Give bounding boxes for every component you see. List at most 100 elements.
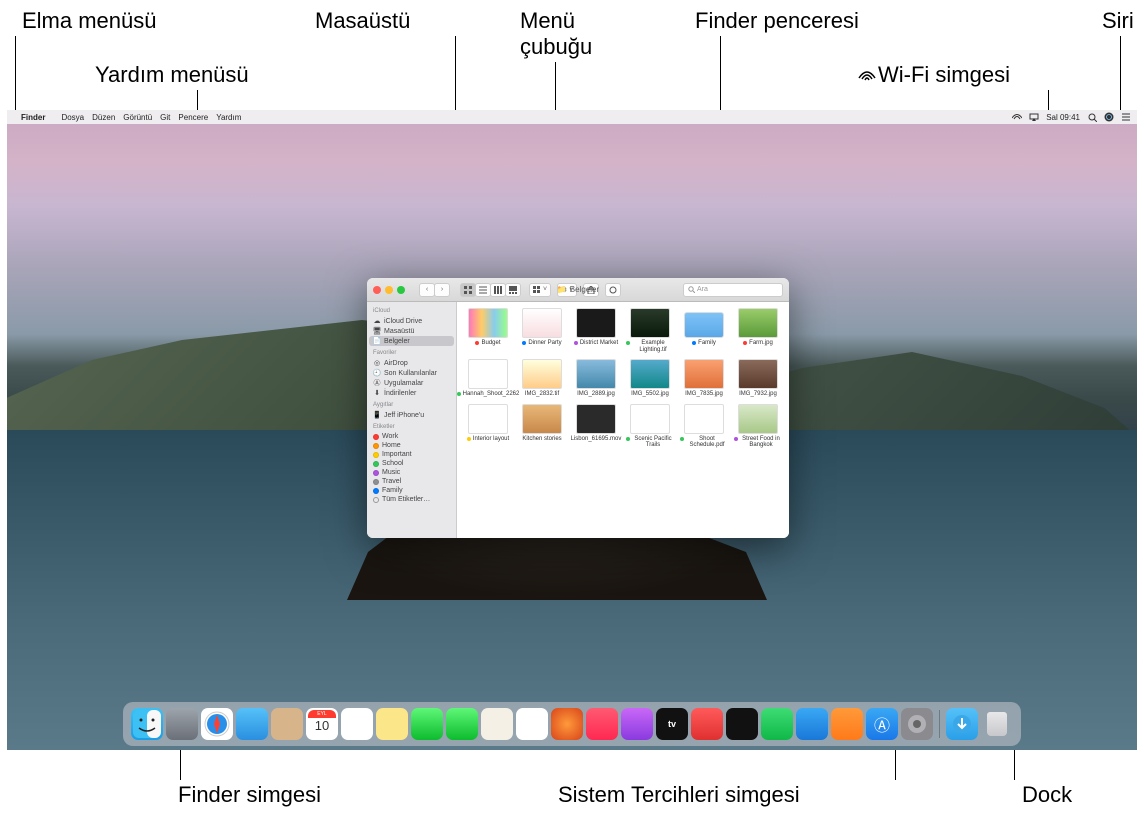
file-thumbnail-icon — [738, 404, 778, 434]
file-item[interactable]: IMG_7835.jpg — [679, 359, 729, 398]
sidebar-item[interactable]: Music — [367, 468, 456, 477]
dock-icon-facetime[interactable] — [446, 708, 478, 740]
sidebar-item[interactable]: Home — [367, 441, 456, 450]
sidebar-item[interactable]: ◎AirDrop — [367, 358, 456, 368]
sidebar-item[interactable]: Family — [367, 486, 456, 495]
sidebar-item[interactable]: 📱Jeff iPhone'u — [367, 410, 456, 420]
menubar-clock[interactable]: Sal 09:41 — [1046, 113, 1080, 122]
file-name: Dinner Party — [522, 340, 561, 347]
dock-icon-launchpad[interactable] — [166, 708, 198, 740]
close-button[interactable] — [373, 286, 381, 294]
file-item[interactable]: Shoot Schedule.pdf — [679, 404, 729, 449]
sidebar-item[interactable]: School — [367, 459, 456, 468]
file-name: IMG_2832.tif — [525, 391, 559, 398]
dock: EYL10 tv Ⓐ — [123, 702, 1021, 746]
file-item[interactable]: Lisbon_61695.mov — [571, 404, 621, 449]
dock-icon-takvim[interactable]: EYL10 — [306, 708, 338, 740]
sidebar-item[interactable]: Tüm Etiketler… — [367, 495, 456, 504]
dock-downloads-stack[interactable] — [946, 708, 978, 740]
siri-icon[interactable] — [1104, 112, 1114, 122]
sidebar-item[interactable]: 🕘Son Kullanılanlar — [367, 368, 456, 378]
icon-view-button[interactable] — [460, 283, 476, 297]
menu-item-pencere[interactable]: Pencere — [178, 113, 208, 122]
file-item[interactable]: IMG_7932.jpg — [733, 359, 783, 398]
dock-icon-news[interactable] — [691, 708, 723, 740]
column-view-button[interactable] — [490, 283, 506, 297]
sidebar-item[interactable]: 📄Belgeler — [369, 336, 454, 346]
desktop[interactable]: Finder Dosya Düzen Görüntü Git Pencere Yardım… — [7, 110, 1137, 750]
list-view-button[interactable] — [475, 283, 491, 297]
menu-item-git[interactable]: Git — [160, 113, 170, 122]
minimize-button[interactable] — [385, 286, 393, 294]
sidebar-item[interactable]: Important — [367, 450, 456, 459]
sidebar-item[interactable]: ⒶUygulamalar — [367, 378, 456, 388]
dock-icon-sistem-tercihleri[interactable] — [901, 708, 933, 740]
file-item[interactable]: IMG_2832.tif — [517, 359, 567, 398]
finder-content[interactable]: Budget Dinner Party District MarketExample… — [457, 302, 789, 538]
sidebar-item[interactable]: 🖥Masaüstü — [367, 326, 456, 336]
dock-icon-safari[interactable] — [201, 708, 233, 740]
dock-icon-pages[interactable] — [831, 708, 863, 740]
dock-icon-haritalar[interactable] — [481, 708, 513, 740]
dock-icon-anımsatıcılar[interactable] — [341, 708, 373, 740]
dock-icon-müzik[interactable] — [586, 708, 618, 740]
app-menu[interactable]: Finder — [21, 113, 45, 122]
finder-titlebar[interactable]: ‹ › ˅ ⚙︎ ˅ 📁 Belgeler — [367, 278, 789, 302]
file-item[interactable]: Farm.jpg — [733, 308, 783, 353]
file-item[interactable]: District Market — [571, 308, 621, 353]
file-item[interactable]: Family — [679, 308, 729, 353]
notification-center-icon[interactable] — [1121, 112, 1131, 122]
file-item[interactable]: Interior layout — [463, 404, 513, 449]
file-item[interactable]: Budget — [463, 308, 513, 353]
sidebar-item[interactable]: Travel — [367, 477, 456, 486]
dock-icon-photo-booth[interactable] — [551, 708, 583, 740]
dock-icon-podcast'ler[interactable] — [621, 708, 653, 740]
menu-item-dosya[interactable]: Dosya — [61, 113, 84, 122]
file-thumbnail-icon — [576, 308, 616, 338]
tags-button[interactable] — [605, 283, 621, 297]
dock-icon-fotoğraflar[interactable] — [516, 708, 548, 740]
dock-icon-app-store[interactable]: Ⓐ — [866, 708, 898, 740]
wifi-status-icon[interactable] — [1012, 112, 1022, 122]
file-item[interactable]: Scenic Pacific Trails — [625, 404, 675, 449]
file-name: Lisbon_61695.mov — [572, 436, 620, 443]
sidebar-item-label: Uygulamalar — [384, 380, 423, 387]
zoom-button[interactable] — [397, 286, 405, 294]
search-field[interactable]: Ara — [683, 283, 783, 297]
dock-trash[interactable] — [981, 708, 1013, 740]
dock-icon-kişiler[interactable] — [271, 708, 303, 740]
menu-bar: Finder Dosya Düzen Görüntü Git Pencere Yardım… — [7, 110, 1137, 124]
finder-window[interactable]: ‹ › ˅ ⚙︎ ˅ 📁 Belgeler — [367, 278, 789, 538]
dock-icon-tv[interactable]: tv — [656, 708, 688, 740]
file-item[interactable]: Kitchen stories — [517, 404, 567, 449]
finder-sidebar: iCloud☁iCloud Drive🖥Masaüstü📄BelgelerFav… — [367, 302, 457, 538]
file-item[interactable]: IMG_5502.jpg — [625, 359, 675, 398]
airplay-icon[interactable] — [1029, 112, 1039, 122]
forward-button[interactable]: › — [434, 283, 450, 297]
gallery-view-button[interactable] — [505, 283, 521, 297]
cloud-icon: ☁ — [373, 317, 381, 325]
file-thumbnail-icon — [468, 404, 508, 434]
sidebar-item[interactable]: ⬇İndirilenler — [367, 388, 456, 398]
spotlight-icon[interactable] — [1087, 112, 1097, 122]
menu-item-düzen[interactable]: Düzen — [92, 113, 115, 122]
dock-icon-keynote[interactable] — [796, 708, 828, 740]
dock-icon-mail[interactable] — [236, 708, 268, 740]
file-item[interactable]: Street Food in Bangkok — [733, 404, 783, 449]
dock-icon-numbers[interactable] — [761, 708, 793, 740]
arrange-button[interactable]: ˅ — [529, 283, 551, 297]
menu-item-görüntü[interactable]: Görüntü — [123, 113, 152, 122]
file-item[interactable]: IMG_2889.jpg — [571, 359, 621, 398]
dock-icon-mesajlar[interactable] — [411, 708, 443, 740]
sidebar-item[interactable]: ☁iCloud Drive — [367, 316, 456, 326]
file-item[interactable]: Hannah_Shoot_2262 — [463, 359, 513, 398]
dock-icon-notlar[interactable] — [376, 708, 408, 740]
file-thumbnail-icon — [630, 404, 670, 434]
back-button[interactable]: ‹ — [419, 283, 435, 297]
menu-item-yardım[interactable]: Yardım — [216, 113, 241, 122]
file-item[interactable]: Dinner Party — [517, 308, 567, 353]
file-item[interactable]: Example Lighting.tif — [625, 308, 675, 353]
dock-icon-finder[interactable] — [131, 708, 163, 740]
dock-icon-borsa[interactable] — [726, 708, 758, 740]
sidebar-item[interactable]: Work — [367, 432, 456, 441]
